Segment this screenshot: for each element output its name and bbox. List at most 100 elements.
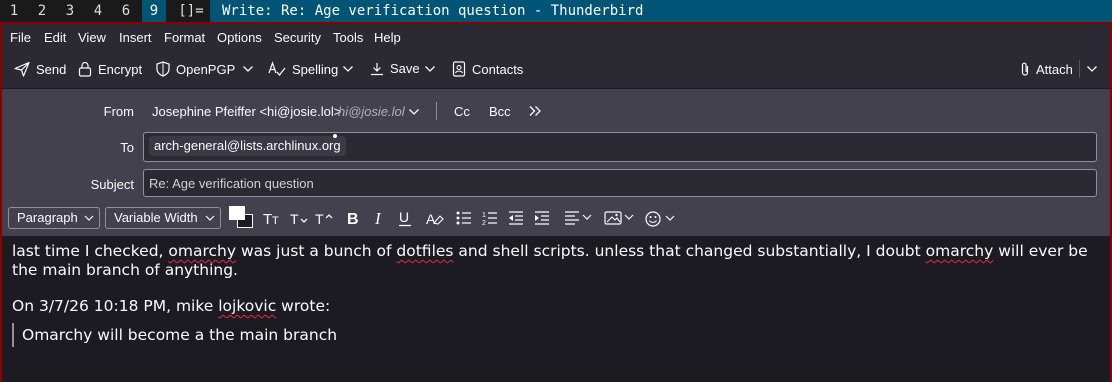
- recipient-indicator: [333, 134, 337, 138]
- spelling-button[interactable]: Spelling: [268, 61, 338, 77]
- misspelled-word: omarchy: [168, 242, 237, 260]
- from-chevron-down-icon[interactable]: [408, 106, 420, 118]
- attach-label: Attach: [1036, 61, 1073, 77]
- chevron-down-icon: [84, 215, 94, 221]
- attach-chevron-down-icon[interactable]: [1086, 63, 1098, 75]
- menu-tools[interactable]: Tools: [333, 30, 363, 45]
- svg-text:T: T: [272, 215, 279, 226]
- to-field[interactable]: arch-general@lists.archlinux.org: [143, 132, 1097, 162]
- bcc-button[interactable]: Bcc: [489, 104, 511, 119]
- compose-header: From Josephine Pfeiffer <hi@josie.lol> h…: [2, 89, 1110, 200]
- workspace-1[interactable]: 1: [4, 0, 24, 22]
- attach-button[interactable]: Attach: [1020, 61, 1073, 77]
- outdent-icon[interactable]: [508, 210, 524, 226]
- underline-icon[interactable]: U: [398, 210, 412, 227]
- menu-options[interactable]: Options: [217, 30, 262, 45]
- subject-input[interactable]: Re: Age verification question: [149, 176, 314, 191]
- misspelled-word: lojkovic: [218, 297, 277, 315]
- subject-field[interactable]: Re: Age verification question: [143, 169, 1097, 197]
- compose-toolbar: Send Encrypt OpenPGP Spelling Save Conta…: [2, 50, 1110, 89]
- bulleted-list-icon[interactable]: [456, 210, 472, 226]
- encrypt-button[interactable]: Encrypt: [78, 61, 142, 77]
- message-body[interactable]: last time I checked, omarchy was just a …: [2, 236, 1110, 382]
- toolbar-divider: [1079, 60, 1080, 78]
- menu-help[interactable]: Help: [374, 30, 401, 45]
- contacts-button[interactable]: Contacts: [452, 61, 523, 77]
- text-color-button[interactable]: [228, 205, 253, 228]
- save-button[interactable]: Save: [370, 61, 420, 76]
- workspace-2[interactable]: 2: [32, 0, 52, 22]
- lock-icon: [78, 61, 92, 77]
- text-align-icon[interactable]: [564, 210, 594, 226]
- address-book-icon: [452, 61, 466, 77]
- menu-insert[interactable]: Insert: [119, 30, 152, 45]
- bold-icon[interactable]: B: [346, 210, 360, 226]
- format-toolbar: Paragraph Variable Width TT T T B I U A …: [2, 200, 1110, 236]
- quoted-text: Omarchy will become a the main branch: [12, 323, 337, 347]
- remove-formatting-icon[interactable]: A: [426, 210, 444, 226]
- svg-text:T: T: [290, 211, 299, 226]
- font-size-larger-icon[interactable]: T: [315, 210, 335, 226]
- font-size-smaller-icon[interactable]: T: [290, 210, 310, 226]
- menu-file[interactable]: File: [10, 30, 31, 45]
- openpgp-label: OpenPGP: [176, 61, 236, 77]
- font-select[interactable]: Variable Width: [105, 207, 221, 229]
- svg-text:1: 1: [482, 212, 486, 219]
- encrypt-label: Encrypt: [98, 61, 143, 77]
- menu-view[interactable]: View: [78, 30, 106, 45]
- menu-format[interactable]: Format: [164, 30, 205, 45]
- from-label: From: [103, 104, 134, 119]
- text-span: and shell scripts. unless that changed s…: [453, 242, 926, 260]
- font-label: Variable Width: [114, 210, 198, 225]
- svg-text:T: T: [315, 211, 324, 226]
- indent-icon[interactable]: [534, 210, 550, 226]
- insert-image-icon[interactable]: [604, 210, 636, 226]
- text-span: was just a bunch of: [236, 242, 397, 260]
- layout-indicator[interactable]: []=: [176, 0, 206, 22]
- shield-icon: [156, 61, 170, 77]
- workspace-6[interactable]: 6: [116, 0, 136, 22]
- italic-icon[interactable]: I: [374, 210, 386, 226]
- contacts-label: Contacts: [472, 61, 524, 77]
- text-span: last time I checked,: [12, 242, 169, 260]
- compose-window: File Edit View Insert Format Options Sec…: [0, 22, 1112, 382]
- misspelled-word: omarchy: [925, 242, 994, 260]
- save-chevron-down-icon[interactable]: [424, 63, 436, 75]
- send-icon: [14, 61, 30, 77]
- svg-text:B: B: [347, 211, 359, 226]
- text-span: On 3/7/26 10:18 PM, mike: [12, 297, 219, 315]
- paragraph-format-select[interactable]: Paragraph: [8, 207, 100, 229]
- numbered-list-icon[interactable]: 12: [482, 210, 498, 226]
- top-bar: 1 2 3 4 6 9 []= Write: Re: Age verificat…: [0, 0, 1112, 22]
- svg-text:2: 2: [482, 220, 486, 226]
- subject-label: Subject: [90, 177, 134, 192]
- save-label: Save: [390, 61, 420, 76]
- from-identity-select[interactable]: Josephine Pfeiffer <hi@josie.lol>: [152, 104, 341, 119]
- openpgp-chevron-down-icon[interactable]: [242, 63, 254, 75]
- workspace-3[interactable]: 3: [60, 0, 80, 22]
- reply-paragraph: last time I checked, omarchy was just a …: [12, 242, 1107, 280]
- send-button[interactable]: Send: [14, 61, 66, 77]
- menu-edit[interactable]: Edit: [44, 30, 66, 45]
- menu-security[interactable]: Security: [274, 30, 321, 45]
- recipient-pill[interactable]: arch-general@lists.archlinux.org: [149, 136, 346, 156]
- from-alias: hi@josie.lol: [338, 104, 405, 119]
- openpgp-button[interactable]: OpenPGP: [156, 61, 235, 77]
- workspace-9[interactable]: 9: [142, 0, 166, 22]
- chevron-down-icon: [205, 215, 215, 221]
- menu-bar: File Edit View Insert Format Options Sec…: [2, 24, 1110, 50]
- font-size-reset-icon[interactable]: TT: [263, 210, 283, 226]
- download-icon: [371, 62, 383, 75]
- spelling-chevron-down-icon[interactable]: [342, 63, 354, 75]
- svg-text:I: I: [374, 210, 382, 226]
- more-fields-icon[interactable]: [528, 105, 542, 117]
- spellcheck-icon: [268, 61, 286, 77]
- paragraph-format-label: Paragraph: [17, 210, 78, 225]
- cc-button[interactable]: Cc: [454, 104, 470, 119]
- emoji-icon[interactable]: [645, 210, 677, 228]
- svg-text:T: T: [263, 211, 272, 226]
- workspace-4[interactable]: 4: [88, 0, 108, 22]
- to-label: To: [120, 140, 134, 155]
- misspelled-word: dotfiles: [396, 242, 454, 260]
- spelling-label: Spelling: [292, 61, 339, 77]
